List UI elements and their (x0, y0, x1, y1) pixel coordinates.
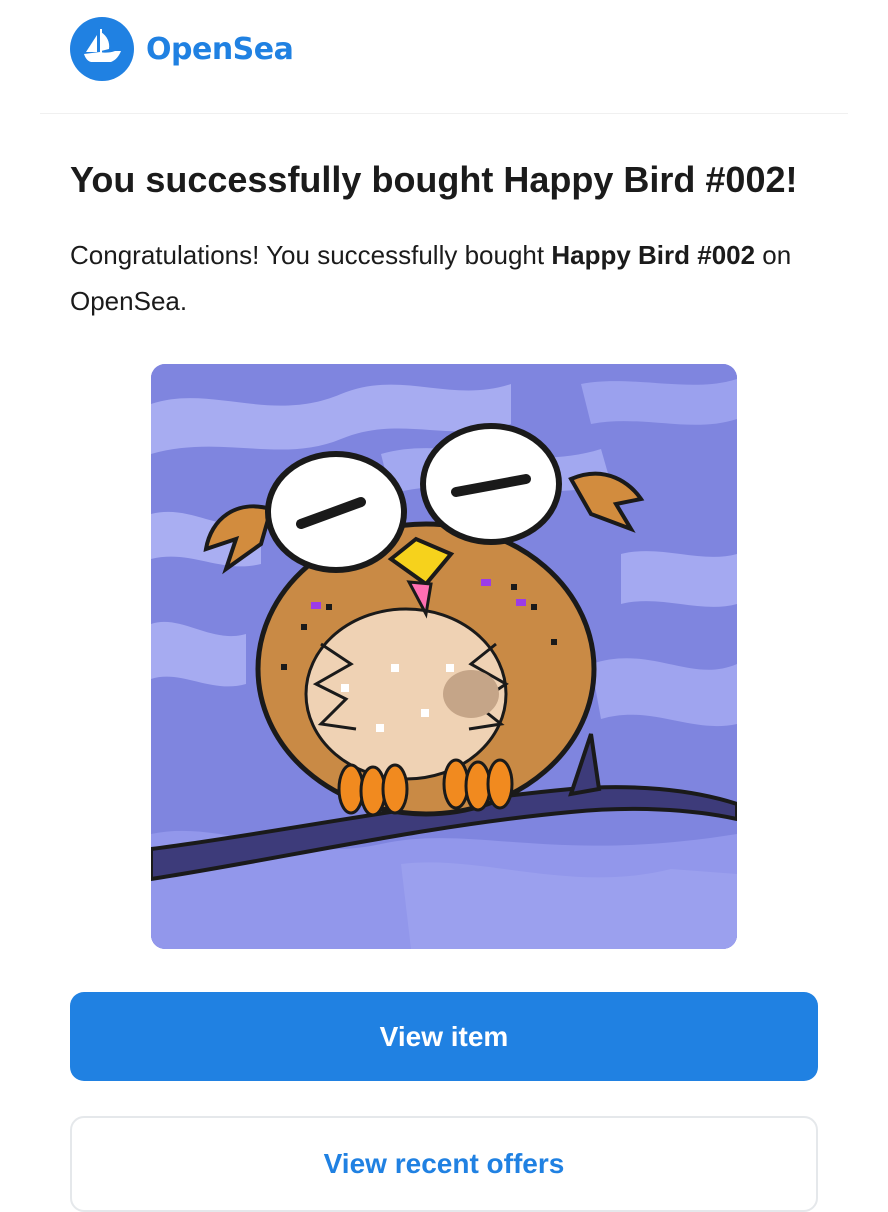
owl-nft-image[interactable] (151, 364, 737, 949)
email-message: Congratulations! You successfully bought… (70, 232, 818, 324)
header-divider (40, 113, 848, 114)
view-item-button[interactable]: View item (70, 992, 818, 1081)
email-title: You successfully bought Happy Bird #002! (70, 159, 798, 200)
email-header: OpenSea (0, 0, 888, 114)
brand-name: OpenSea (146, 31, 294, 67)
view-recent-offers-button[interactable]: View recent offers (70, 1116, 818, 1212)
opensea-ship-icon (70, 17, 134, 81)
message-prefix: Congratulations! You successfully bought (70, 240, 552, 270)
opensea-logo[interactable]: OpenSea (70, 17, 294, 81)
item-name: Happy Bird #002 (551, 240, 756, 270)
